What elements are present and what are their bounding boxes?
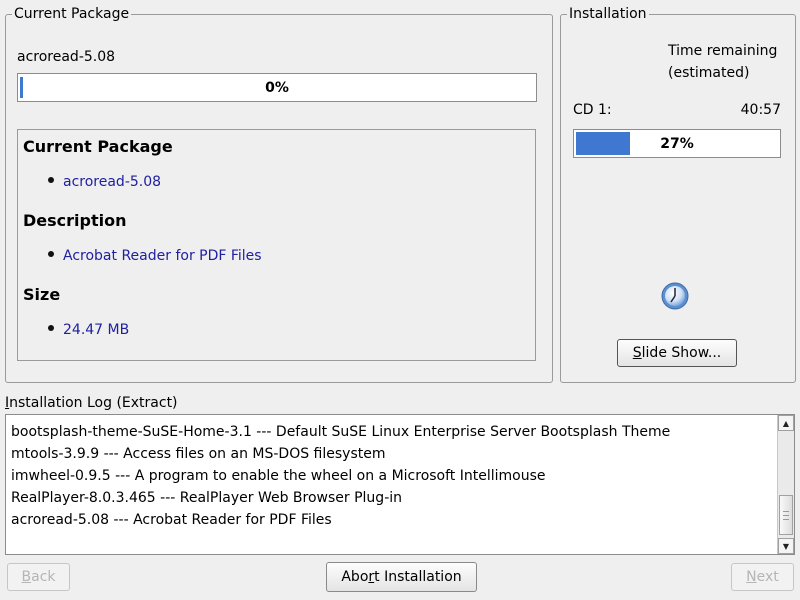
scroll-down-arrow-icon[interactable]: ▼ [778, 538, 794, 554]
bullet-dot [48, 325, 54, 331]
abort-installation-button[interactable]: Abort Installation [326, 562, 477, 592]
bullet-dot [48, 251, 54, 257]
installation-progress-bar: 27% [573, 129, 781, 158]
info-size-item: 24.47 MB [48, 322, 129, 338]
scroll-up-arrow-icon[interactable]: ▲ [778, 415, 794, 431]
installation-group-title: Installation [567, 6, 649, 22]
package-progress-text: 0% [265, 79, 289, 96]
info-heading-package: Current Package [23, 137, 173, 156]
info-size-value: 24.47 MB [63, 322, 130, 338]
log-line: mtools-3.9.9 --- Access files on an MS-D… [11, 446, 386, 462]
time-remaining-label: Time remaining (estimated) [668, 40, 777, 84]
info-description-value: Acrobat Reader for PDF Files [63, 248, 262, 264]
log-line: imwheel-0.9.5 --- A program to enable th… [11, 468, 546, 484]
time-remaining-line2: (estimated) [668, 65, 750, 81]
next-label: Next [746, 569, 779, 585]
clock-icon [660, 281, 690, 311]
installation-log-textarea[interactable]: bootsplash-theme-SuSE-Home-3.1 --- Defau… [5, 414, 795, 555]
back-label: Back [21, 569, 56, 585]
info-description-item: Acrobat Reader for PDF Files [48, 248, 262, 264]
cd-label: CD 1: [573, 102, 612, 118]
time-remaining-line1: Time remaining [668, 43, 778, 59]
package-info-panel: Current Package acroread-5.08 Descriptio… [17, 129, 536, 361]
installation-log-label: Installation Log (Extract) [5, 395, 178, 411]
log-line: bootsplash-theme-SuSE-Home-3.1 --- Defau… [11, 424, 671, 440]
log-line: RealPlayer-8.0.3.465 --- RealPlayer Web … [11, 490, 403, 506]
info-package-value: acroread-5.08 [63, 174, 162, 190]
scroll-thumb[interactable] [779, 495, 793, 535]
log-line: acroread-5.08 --- Acrobat Reader for PDF… [11, 512, 332, 528]
log-lines: bootsplash-theme-SuSE-Home-3.1 --- Defau… [11, 423, 774, 533]
info-heading-size: Size [23, 285, 61, 304]
slide-show-button[interactable]: Slide Show... [617, 339, 737, 367]
current-package-group-title: Current Package [12, 6, 132, 22]
log-scrollbar[interactable]: ▲ ▼ [777, 415, 794, 554]
cd-time: 40:57 [740, 102, 781, 118]
bullet-dot [48, 177, 54, 183]
next-button[interactable]: Next [731, 563, 794, 591]
installation-progress-text: 27% [660, 135, 694, 152]
info-package-item: acroread-5.08 [48, 174, 161, 190]
slide-show-label: Slide Show... [632, 345, 722, 361]
info-heading-description: Description [23, 211, 127, 230]
package-progress-bar: 0% [17, 73, 537, 102]
abort-label: Abort Installation [341, 569, 462, 585]
current-package-name: acroread-5.08 [17, 49, 116, 65]
back-button[interactable]: Back [7, 563, 70, 591]
